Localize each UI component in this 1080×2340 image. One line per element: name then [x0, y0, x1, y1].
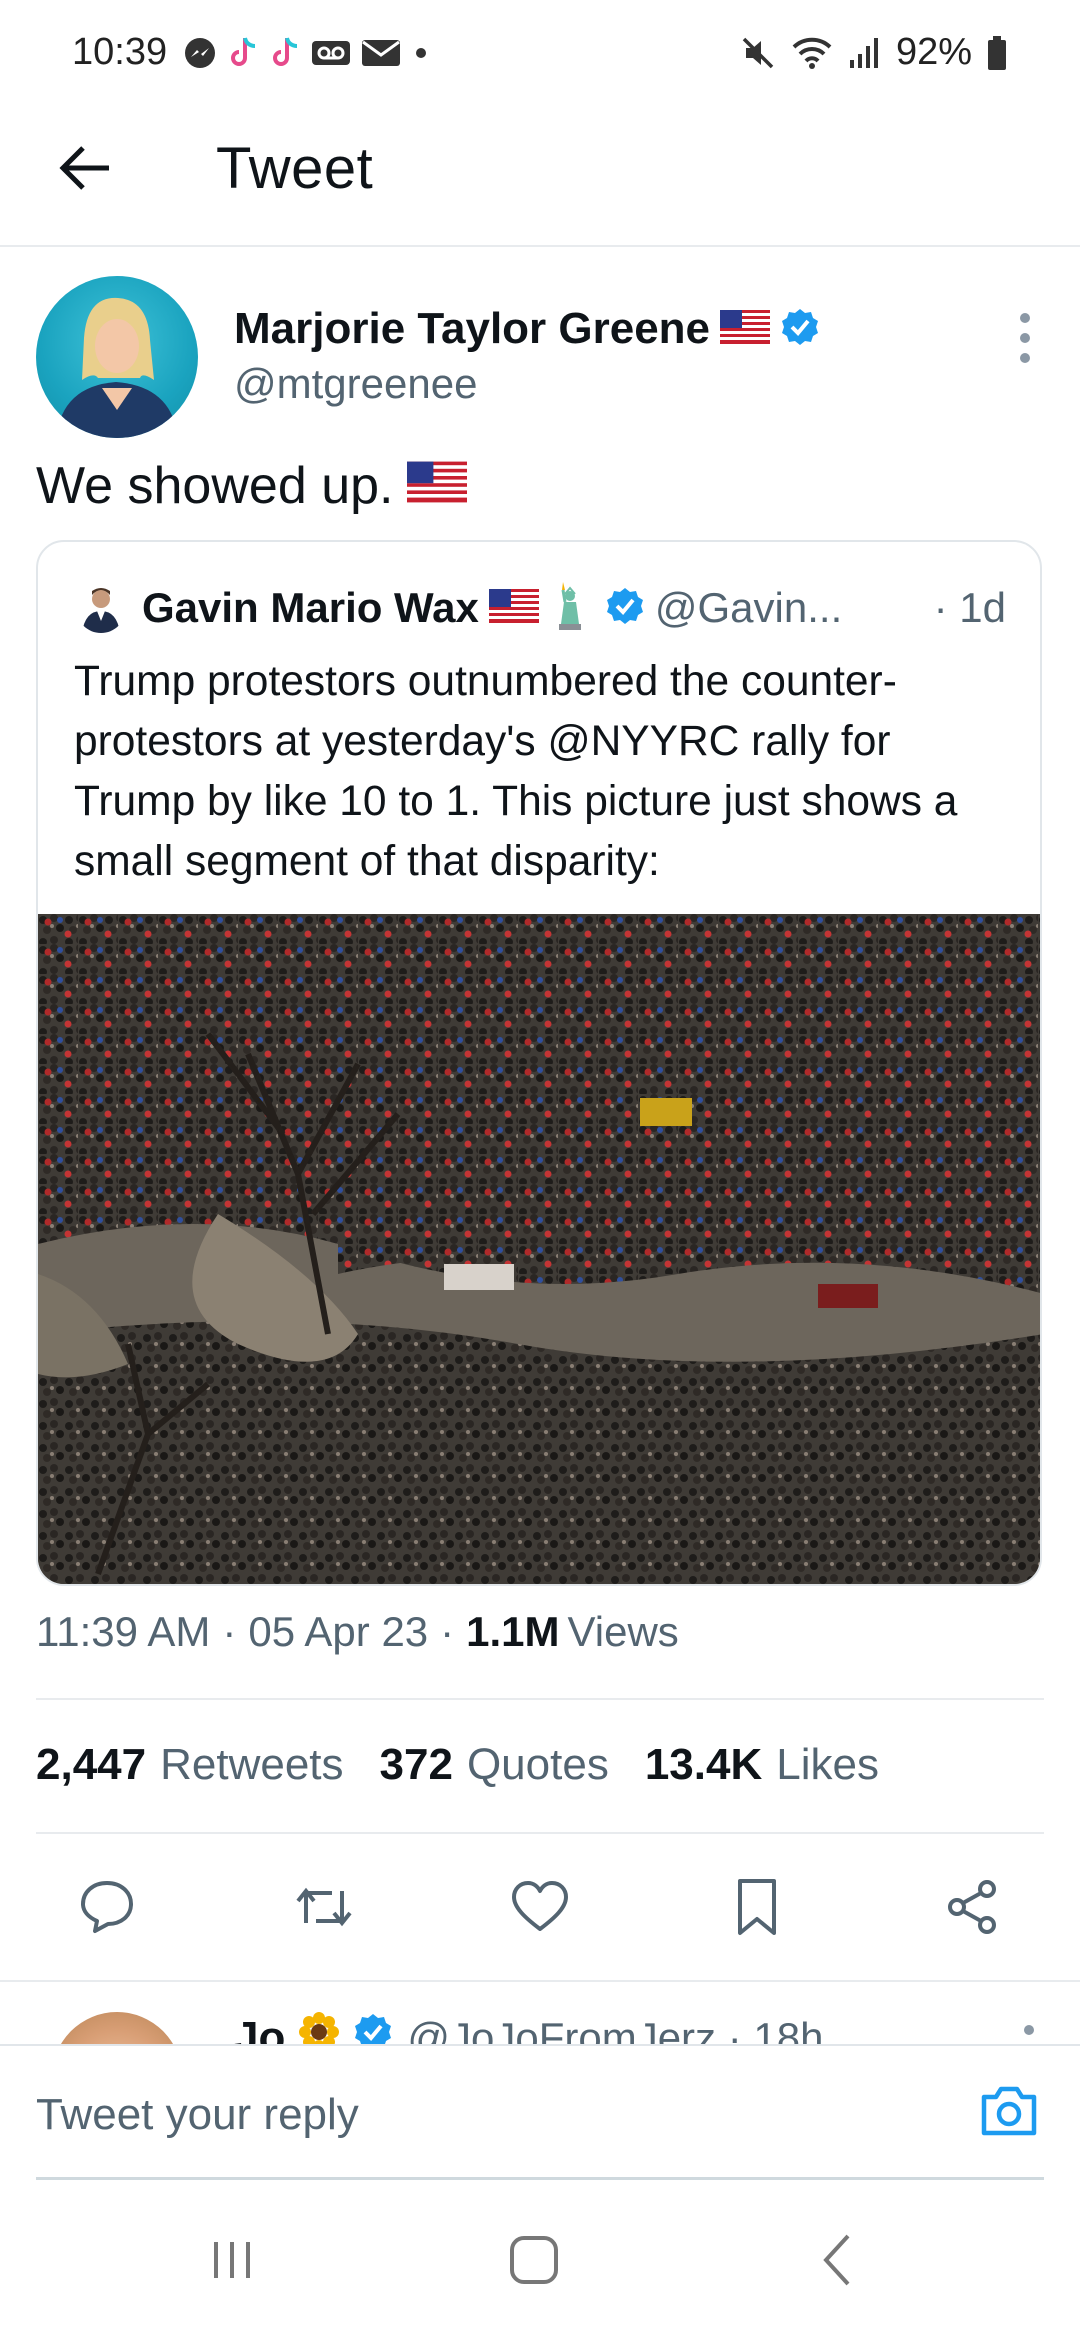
back-nav-button[interactable]	[798, 2220, 878, 2300]
bookmark-button[interactable]	[722, 1872, 792, 1942]
author-handle[interactable]: @mtgreenee	[234, 360, 477, 408]
system-icons: 92%	[740, 31, 1008, 74]
voicemail-icon	[311, 37, 351, 69]
us-flag-icon	[720, 309, 771, 349]
camera-icon	[981, 2086, 1037, 2136]
messenger-icon	[183, 36, 217, 70]
arrow-left-icon	[59, 146, 109, 190]
comment-icon	[81, 1881, 133, 1933]
battery-percent: 92%	[895, 31, 972, 73]
reply-input[interactable]	[36, 2090, 936, 2140]
us-flag-icon	[407, 456, 468, 516]
dot-icon	[411, 43, 431, 63]
meta-separator: ·	[440, 1608, 455, 1655]
reply-tweet[interactable]: Jo @JoJoFromJerz · 18h	[0, 1980, 1080, 2044]
recent-apps-button[interactable]	[192, 2220, 272, 2300]
tweet-text: We showed up.	[36, 456, 468, 516]
likes-label: Likes	[776, 1740, 879, 1789]
retweets-stat[interactable]: 2,447 Retweets	[36, 1740, 344, 1790]
mail-icon	[361, 38, 401, 68]
reply-composer	[0, 2044, 1080, 2180]
home-button[interactable]	[494, 2220, 574, 2300]
verified-badge-icon	[353, 2012, 393, 2044]
heart-icon	[512, 1881, 568, 1931]
engagement-stats: 2,447 Retweets 372 Quotes 13.4K Likes	[36, 1740, 915, 1790]
quote-author-handle: @Gavin...	[654, 584, 843, 631]
us-flag-icon	[488, 588, 539, 628]
more-vertical-icon	[1024, 2025, 1034, 2035]
retweet-button[interactable]	[289, 1872, 359, 1942]
back-button[interactable]	[52, 135, 118, 201]
wifi-icon	[790, 35, 834, 71]
recent-apps-icon	[214, 2242, 250, 2278]
verified-badge-icon	[605, 586, 645, 631]
quote-author-name: Gavin Mario Wax	[142, 584, 479, 631]
retweets-count: 2,447	[36, 1740, 147, 1789]
mute-icon	[740, 35, 776, 71]
quote-text: Trump protestors outnumbered the counter…	[74, 658, 958, 885]
tweet-time: 11:39 AM	[36, 1608, 211, 1655]
likes-stat[interactable]: 13.4K Likes	[645, 1740, 879, 1790]
divider	[36, 1832, 1044, 1834]
sunflower-icon	[299, 2012, 340, 2044]
battery-icon	[986, 35, 1008, 71]
system-navigation-bar	[0, 2180, 1080, 2340]
crowd-photo[interactable]	[38, 914, 1040, 1584]
retweets-label: Retweets	[160, 1740, 344, 1789]
author-name-row: Marjorie Taylor Greene	[234, 304, 820, 354]
quote-author-avatar	[76, 583, 126, 633]
reply-author-avatar	[52, 2012, 182, 2044]
status-bar: 10:39 92%	[0, 0, 1080, 105]
like-button[interactable]	[505, 1872, 575, 1942]
reply-author-handle: @JoJoFromJerz · 18h	[407, 2013, 824, 2045]
divider	[36, 1698, 1044, 1700]
tiktok-icon	[227, 35, 259, 71]
retweet-icon	[295, 1887, 352, 1927]
likes-count: 13.4K	[644, 1740, 763, 1789]
tweet-actions	[36, 1862, 1044, 1952]
crowd-photo-image	[38, 914, 1040, 1584]
statue-of-liberty-icon	[553, 580, 587, 637]
share-button[interactable]	[938, 1872, 1008, 1942]
quotes-count: 372	[379, 1740, 453, 1789]
views-count[interactable]: 1.1M	[466, 1608, 559, 1656]
reply-more-button[interactable]	[1014, 2018, 1044, 2044]
home-icon	[510, 2236, 558, 2284]
reply-author-row: Jo @JoJoFromJerz · 18h	[234, 2012, 823, 2044]
share-icon	[948, 1880, 996, 1934]
author-name[interactable]: Marjorie Taylor Greene	[234, 304, 710, 354]
meta-separator: ·	[222, 1608, 237, 1655]
quoted-tweet-card[interactable]: Gavin Mario Wax @Gavin... · 1d Trump pro…	[36, 540, 1042, 1586]
views-label: Views	[567, 1608, 679, 1655]
author-avatar[interactable]	[36, 276, 198, 438]
page-title: Tweet	[216, 136, 374, 201]
quote-header: Gavin Mario Wax @Gavin... · 1d	[76, 576, 1006, 640]
tweet-body: We showed up.	[36, 457, 394, 515]
quote-timestamp: · 1d	[933, 584, 1006, 631]
reply-button[interactable]	[72, 1872, 142, 1942]
tweet-author: Marjorie Taylor Greene @mtgreenee	[36, 276, 1044, 442]
bookmark-icon	[737, 1879, 776, 1935]
tweet-date: 05 Apr 23	[248, 1608, 429, 1655]
verified-badge-icon	[780, 307, 820, 352]
camera-button[interactable]	[974, 2076, 1044, 2146]
chevron-left-icon	[823, 2234, 850, 2286]
more-vertical-icon	[1020, 313, 1030, 363]
quotes-stat[interactable]: 372 Quotes	[380, 1740, 609, 1790]
tweet-meta: 11:39 AM · 05 Apr 23 · 1.1M Views	[36, 1608, 679, 1656]
person-photo-icon	[56, 297, 178, 438]
top-app-bar: Tweet	[0, 105, 1080, 247]
status-time: 10:39	[72, 31, 168, 73]
signal-icon	[848, 36, 882, 70]
quotes-label: Quotes	[466, 1740, 609, 1789]
notification-icons	[183, 35, 431, 71]
more-options-button[interactable]	[1010, 306, 1040, 376]
reply-author-name: Jo	[234, 2012, 286, 2045]
tiktok-icon	[269, 35, 301, 71]
